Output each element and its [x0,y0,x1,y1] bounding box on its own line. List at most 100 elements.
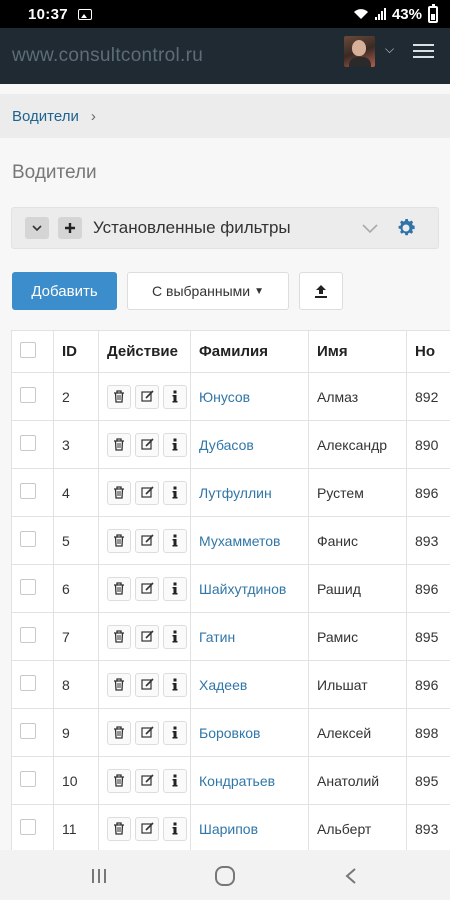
select-all-checkbox[interactable] [20,341,36,358]
row-checkbox[interactable] [20,483,36,499]
back-icon[interactable] [339,864,363,888]
info-icon[interactable] [163,432,187,457]
info-icon[interactable] [163,384,187,409]
table-row[interactable]: 5 Мухамметов Фанис 893 [11,516,450,565]
table-row[interactable]: 10 Кондратьев Анатолий 895 [11,756,450,805]
trash-icon[interactable] [107,432,131,457]
edit-icon[interactable] [135,576,159,601]
trash-icon[interactable] [107,768,131,793]
row-name: Ильшат [308,660,407,709]
row-surname-link[interactable]: Юнусов [199,389,250,405]
table-row[interactable]: 11 Шарипов Альберт 893 [11,804,450,850]
row-select-cell[interactable] [11,708,54,757]
row-select-cell[interactable] [11,420,54,469]
trash-icon[interactable] [107,384,131,409]
row-name: Александр [308,420,407,469]
edit-icon[interactable] [135,768,159,793]
info-icon[interactable] [163,528,187,553]
filter-collapse-button[interactable] [25,217,49,239]
row-select-cell[interactable] [11,564,54,613]
row-surname-link[interactable]: Дубасов [199,437,254,453]
row-surname-cell: Гатин [190,612,309,661]
table-row[interactable]: 7 Гатин Рамис 895 [11,612,450,661]
recent-apps-icon[interactable] [87,864,111,888]
info-icon[interactable] [163,816,187,841]
info-icon[interactable] [163,624,187,649]
table-row[interactable]: 9 Боровков Алексей 898 [11,708,450,757]
info-icon[interactable] [163,768,187,793]
column-header-id[interactable]: ID [53,330,99,373]
row-select-cell[interactable] [11,660,54,709]
row-select-cell[interactable] [11,372,54,421]
filters-label[interactable]: Установленные фильтры [93,218,291,238]
trash-icon[interactable] [107,576,131,601]
info-icon[interactable] [163,672,187,697]
upload-button[interactable] [299,272,343,310]
column-header-name[interactable]: Имя [308,330,407,373]
chevron-down-icon[interactable]: ⌵ [385,42,394,57]
trash-icon[interactable] [107,672,131,697]
row-surname-link[interactable]: Лутфуллин [199,485,272,501]
row-checkbox[interactable] [20,579,36,595]
trash-icon[interactable] [107,480,131,505]
row-select-cell[interactable] [11,468,54,517]
edit-icon[interactable] [135,384,159,409]
edit-icon[interactable] [135,816,159,841]
wifi-icon [353,9,368,19]
info-icon[interactable] [163,720,187,745]
row-surname-link[interactable]: Мухамметов [199,533,281,549]
edit-icon[interactable] [135,720,159,745]
row-checkbox[interactable] [20,723,36,739]
hamburger-menu-icon[interactable] [413,44,434,58]
row-checkbox[interactable] [20,387,36,403]
info-icon[interactable] [163,576,187,601]
brand-title[interactable]: www.consultcontrol.ru [12,45,203,67]
gear-icon[interactable] [395,217,417,239]
row-checkbox[interactable] [20,819,36,835]
row-select-cell[interactable] [11,756,54,805]
column-header-number[interactable]: Но [406,330,450,373]
row-select-cell[interactable] [11,516,54,565]
table-row[interactable]: 3 Дубасов Александр 890 [11,420,450,469]
trash-icon[interactable] [107,720,131,745]
drivers-table-container[interactable]: ID Действие Фамилия Имя Но 2 Юнусов Алмаз 8… [11,330,450,850]
edit-icon[interactable] [135,528,159,553]
column-header-surname[interactable]: Фамилия [190,330,309,373]
row-checkbox[interactable] [20,675,36,691]
row-checkbox[interactable] [20,435,36,451]
row-surname-link[interactable]: Кондратьев [199,773,275,789]
table-row[interactable]: 4 Лутфуллин Рустем 896 [11,468,450,517]
row-select-cell[interactable] [11,612,54,661]
trash-icon[interactable] [107,624,131,649]
row-name: Фанис [308,516,407,565]
edit-icon[interactable] [135,672,159,697]
avatar[interactable] [344,36,375,67]
add-button[interactable]: Добавить [12,272,117,310]
android-nav-bar [0,850,450,900]
edit-icon[interactable] [135,432,159,457]
table-row[interactable]: 2 Юнусов Алмаз 892 [11,372,450,421]
trash-icon[interactable] [107,816,131,841]
row-select-cell[interactable] [11,804,54,850]
info-icon[interactable] [163,480,187,505]
row-surname-link[interactable]: Хадеев [199,677,247,693]
edit-icon[interactable] [135,624,159,649]
table-row[interactable]: 8 Хадеев Ильшат 896 [11,660,450,709]
with-selected-dropdown[interactable]: С выбранными ▼ [127,272,289,310]
row-surname-link[interactable]: Шарипов [199,821,258,837]
row-checkbox[interactable] [20,771,36,787]
row-checkbox[interactable] [20,627,36,643]
row-checkbox[interactable] [20,531,36,547]
select-all-cell[interactable] [11,330,54,373]
row-surname-link[interactable]: Боровков [199,725,261,741]
chevron-down-icon[interactable] [362,224,378,234]
home-icon[interactable] [213,864,237,888]
row-surname-link[interactable]: Гатин [199,629,235,645]
trash-icon[interactable] [107,528,131,553]
breadcrumb-item-drivers[interactable]: Водители [12,108,79,125]
table-row[interactable]: 6 Шайхутдинов Рашид 896 [11,564,450,613]
row-surname-link[interactable]: Шайхутдинов [199,581,286,597]
add-filter-button[interactable] [58,217,82,239]
upload-icon [315,285,327,298]
edit-icon[interactable] [135,480,159,505]
